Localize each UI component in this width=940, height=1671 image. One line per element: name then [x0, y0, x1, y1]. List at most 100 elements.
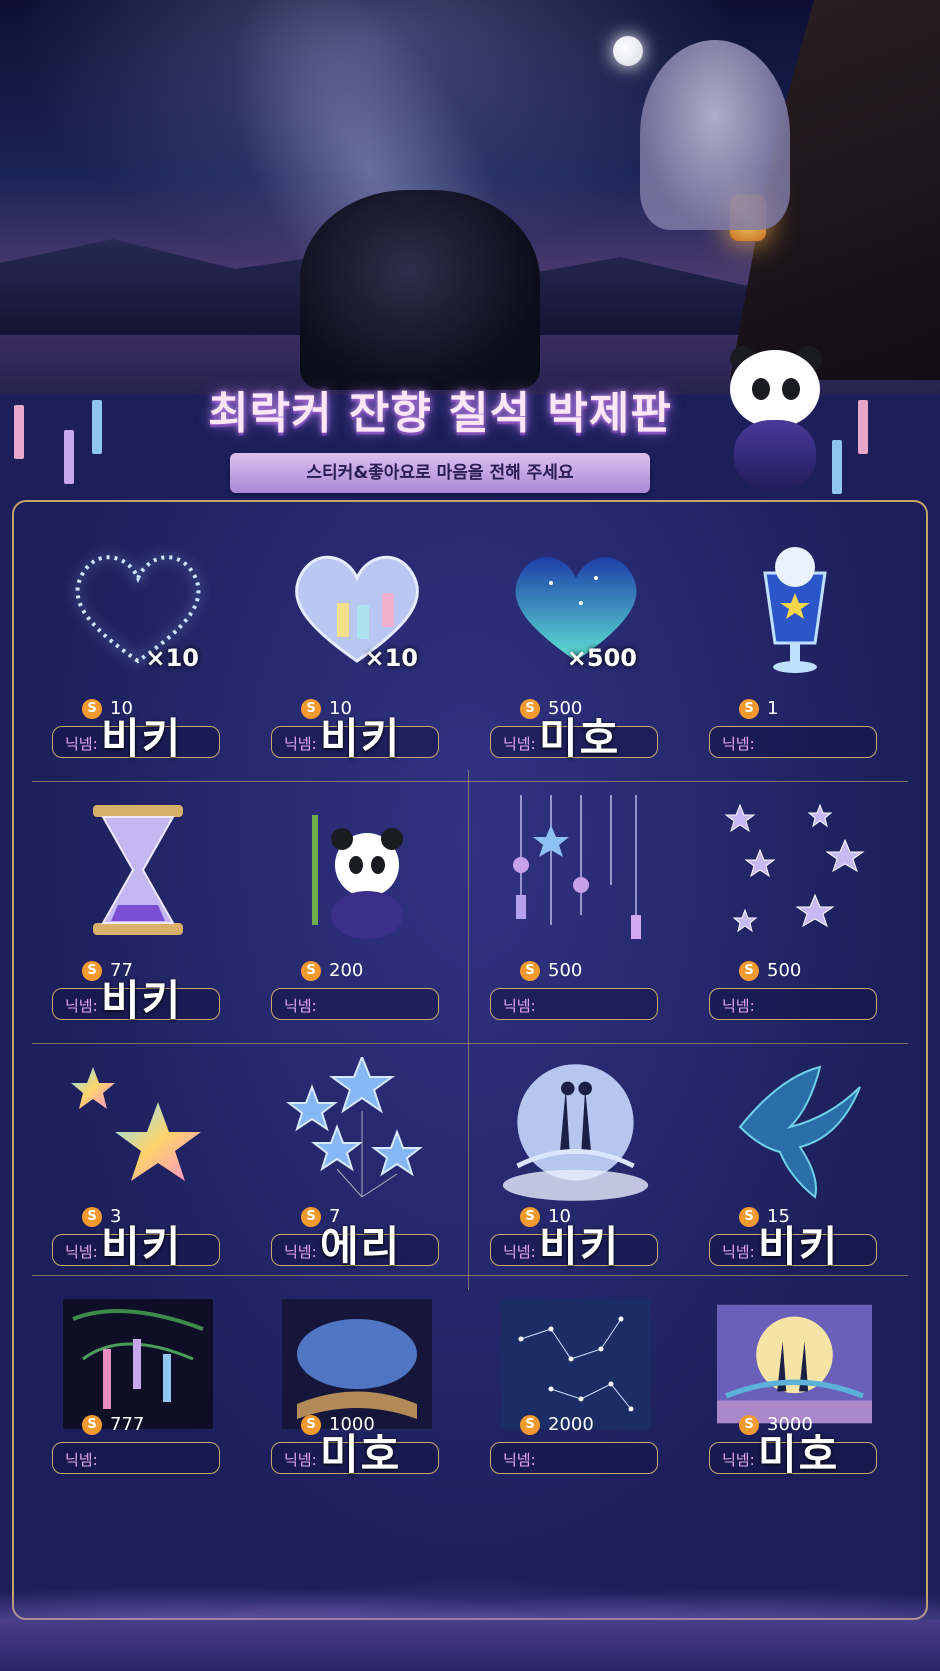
coin-icon: S	[739, 698, 759, 719]
coin-icon: S	[739, 960, 759, 981]
multiplier-label: ×500	[566, 644, 637, 672]
magpie-icon	[717, 1058, 872, 1206]
sticker-cell[interactable]: S 200 닉넴:	[251, 782, 464, 1044]
price-value: 500	[548, 960, 583, 981]
coin-icon: S	[301, 960, 321, 981]
coin-icon: S	[82, 1206, 102, 1227]
nickname-label: 닉넴:	[722, 735, 755, 753]
sticker-row: S 77 닉넴: 비키 S 200 닉넴: S 500 닉넴: S 500 닉넴:	[32, 782, 908, 1044]
nickname-value: 비키	[539, 1222, 621, 1271]
coin-icon: S	[82, 960, 102, 981]
subtitle-ribbon: 스티커&좋아요로 마음을 전해 주세요	[230, 453, 650, 493]
hourglass-icon	[60, 796, 215, 944]
sticker-row: S 3 닉넴: 비키 S 7 닉넴: 에리 S 10 닉넴: 비키 S 15 닉넴: 비키	[32, 1044, 908, 1276]
panda-mascot-icon	[720, 346, 830, 490]
multiplier-label: ×10	[364, 644, 418, 672]
multiplier-label: ×10	[145, 644, 199, 672]
coin-icon: S	[82, 1414, 102, 1435]
sticker-cell[interactable]: ×10 S 10 닉넴: 비키	[251, 520, 464, 782]
nickname-field[interactable]: 닉넴: 비키	[52, 714, 220, 763]
coin-icon: S	[82, 698, 102, 719]
nickname-field[interactable]: 닉넴: 미호	[709, 1430, 877, 1479]
sticker-cell[interactable]: S 1 닉넴:	[689, 520, 902, 782]
hero-banner	[0, 0, 940, 395]
nickname-label: 닉넴:	[503, 1243, 536, 1261]
nickname-field[interactable]: 닉넴:	[52, 1442, 220, 1474]
nickname-field[interactable]: 닉넴:	[490, 1442, 658, 1474]
nickname-label: 닉넴:	[284, 1243, 317, 1261]
sticker-cell[interactable]: S 3 닉넴: 비키	[32, 1044, 245, 1276]
nickname-field[interactable]: 닉넴:	[709, 726, 877, 758]
coin-icon: S	[301, 1206, 321, 1227]
sticker-cell[interactable]: ×10 S 10 닉넴: 비키	[32, 520, 245, 782]
column-divider	[468, 770, 469, 1290]
price-tag: S1	[739, 698, 778, 719]
nickname-field[interactable]: 닉넴: 비키	[52, 976, 220, 1025]
nickname-value: 미호	[539, 714, 621, 763]
sticker-cell[interactable]: S 77 닉넴: 비키	[32, 782, 245, 1044]
nickname-field[interactable]: 닉넴: 미호	[271, 1430, 439, 1479]
sticker-cell[interactable]: S 3000 닉넴: 미호	[689, 1276, 902, 1508]
nickname-label: 닉넴:	[65, 735, 98, 753]
wind-chimes-icon	[498, 795, 653, 944]
coin-icon: S	[520, 698, 540, 719]
sticker-cell[interactable]: S 500 닉넴:	[470, 782, 683, 1044]
nickname-label: 닉넴:	[503, 1451, 536, 1469]
coin-icon: S	[520, 1206, 540, 1227]
nickname-field[interactable]: 닉넴:	[490, 988, 658, 1020]
price-tag: S 200	[301, 960, 363, 981]
coin-icon: S	[520, 960, 540, 981]
sticker-cell[interactable]: S 500 닉넴:	[689, 782, 902, 1044]
nickname-label: 닉넴:	[722, 997, 755, 1015]
nickname-value: 비키	[758, 1222, 840, 1271]
nickname-field[interactable]: 닉넴: 미호	[490, 714, 658, 763]
coin-icon: S	[520, 1414, 540, 1435]
nickname-value: 미호	[758, 1430, 840, 1479]
moon-couple-icon	[498, 1058, 653, 1206]
sticker-cell[interactable]: S 1000 닉넴: 미호	[251, 1276, 464, 1508]
price-value: 1	[767, 698, 779, 719]
nickname-value: 비키	[101, 976, 183, 1025]
nickname-label: 닉넴:	[284, 1451, 317, 1469]
star-balloons-icon	[279, 1057, 434, 1206]
nickname-label: 닉넴:	[722, 1243, 755, 1261]
rainbow-stars-icon	[60, 1058, 215, 1206]
nickname-value: 비키	[320, 714, 402, 763]
nickname-field[interactable]: 닉넴: 비키	[490, 1222, 658, 1271]
scattered-stars-icon	[717, 796, 872, 944]
price-tag: S 2000	[520, 1414, 594, 1435]
price-tag: S 500	[520, 960, 582, 981]
nickname-value: 미호	[320, 1430, 402, 1479]
page-title: 최락커 잔향 칠석 박제판	[208, 388, 672, 439]
panda-bamboo-icon	[279, 796, 434, 944]
starry-heart-icon: ×500	[498, 534, 653, 682]
nickname-label: 닉넴:	[65, 997, 98, 1015]
nickname-field[interactable]: 닉넴: 에리	[271, 1222, 439, 1271]
sticker-cell[interactable]: S 2000 닉넴:	[470, 1276, 683, 1508]
sticker-cell[interactable]: S 777 닉넴:	[32, 1276, 245, 1508]
title-banner: 최락커 잔향 칠석 박제판 스티커&좋아요로 마음을 전해 주세요	[170, 365, 710, 505]
sticker-row: ×10 S 10 닉넴: 비키 ×10 S 10 닉넴: 비키 ×500 S 500 닉넴: 미호 S 1 닉넴:	[32, 520, 908, 782]
price-value: 2000	[548, 1414, 594, 1435]
nickname-label: 닉넴:	[503, 735, 536, 753]
nickname-label: 닉넴:	[65, 1243, 98, 1261]
nickname-field[interactable]: 닉넴: 비키	[709, 1222, 877, 1271]
sticker-cell[interactable]: S 7 닉넴: 에리	[251, 1044, 464, 1276]
coin-icon: S	[739, 1414, 759, 1435]
nickname-label: 닉넴:	[284, 735, 317, 753]
sticker-cell[interactable]: S 15 닉넴: 비키	[689, 1044, 902, 1276]
sticker-cell[interactable]: S 10 닉넴: 비키	[470, 1044, 683, 1276]
price-tag: S 500	[739, 960, 801, 981]
cowherd-figure	[300, 190, 540, 390]
nickname-field[interactable]: 닉넴: 비키	[271, 714, 439, 763]
sticker-grid: ×10 S 10 닉넴: 비키 ×10 S 10 닉넴: 비키 ×500 S 500 닉넴: 미호 S 1 닉넴:…	[32, 520, 908, 1508]
nickname-label: 닉넴:	[65, 1451, 98, 1469]
sticker-cell[interactable]: ×500 S 500 닉넴: 미호	[470, 520, 683, 782]
moon-icon	[613, 36, 643, 66]
nickname-field[interactable]: 닉넴:	[271, 988, 439, 1020]
coin-icon: S	[301, 698, 321, 719]
nickname-label: 닉넴:	[722, 1451, 755, 1469]
nickname-field[interactable]: 닉넴:	[709, 988, 877, 1020]
starry-drink-icon	[717, 534, 872, 682]
nickname-field[interactable]: 닉넴: 비키	[52, 1222, 220, 1271]
